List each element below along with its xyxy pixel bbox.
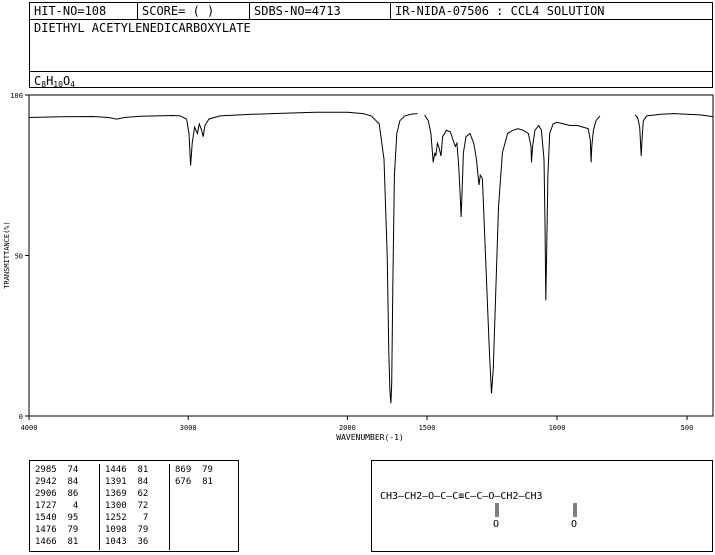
peak-entry: 1252 7 xyxy=(105,513,149,523)
peak-entry: 1540 95 xyxy=(35,513,79,523)
x-tick-label: 4000 xyxy=(21,424,38,432)
x-tick-label: 3000 xyxy=(180,424,197,432)
peak-entry: 1476 79 xyxy=(35,525,79,535)
y-axis-label: TRANSMITTANCE(%) xyxy=(3,221,11,288)
peak-entry: 1727 4 xyxy=(35,501,79,511)
x-tick-label: 1500 xyxy=(419,424,436,432)
molecular-formula: C8H10O4 xyxy=(34,74,75,89)
peak-column: 869 79 676 81 xyxy=(170,464,240,550)
y-axis: 100 50 0 xyxy=(10,92,29,421)
x-axis-label: WAVENUMBER(-1) xyxy=(336,433,403,442)
x-tick-label: 2000 xyxy=(339,424,356,432)
ir-spectrum-chart: 100500 4000 3000 2000 1500 1000 500 WAVENUMBE… xyxy=(3,92,714,442)
carbonyl-oxygen-left: O xyxy=(493,519,499,530)
header-panel: HIT-NO=108 SCORE= ( ) SDBS-NO=4713 IR-NI… xyxy=(29,2,713,89)
carbonyl-oxygen-right: O xyxy=(571,519,577,530)
x-tick-label: 1000 xyxy=(549,424,566,432)
peak-entry: 2942 84 xyxy=(35,477,79,487)
y-tick-label: 100 xyxy=(10,92,23,100)
x-axis: 4000 3000 2000 1500 1000 500 xyxy=(21,416,694,432)
hit-no: HIT-NO=108 xyxy=(30,3,138,19)
plot-frame xyxy=(28,94,714,417)
peak-entry: 1466 81 xyxy=(35,537,79,547)
peak-table: 2985 74 2942 84 2906 86 1727 4 1540 95 1476 7… xyxy=(29,460,239,552)
peak-entry: 1098 79 xyxy=(105,525,149,535)
x-tick-label: 500 xyxy=(681,424,694,432)
y-tick-label: 0 xyxy=(19,413,23,421)
peak-entry: 676 81 xyxy=(175,477,213,487)
formula-row: C8H10O4 xyxy=(30,71,712,89)
peak-entry: 1043 36 xyxy=(105,537,149,547)
spectrum-traces xyxy=(28,111,714,404)
structure-diagram: CH3—CH2—O—C—C≡C—C—O—CH2—CH3 O O xyxy=(380,491,577,530)
peak-entry: 2906 86 xyxy=(35,489,79,499)
y-tick-label: 50 xyxy=(15,253,23,261)
spectrum-line xyxy=(28,111,418,404)
peak-column: 1446 81 1391 84 1369 62 1300 72 1252 7 1098 7… xyxy=(100,464,170,550)
spectrum-line xyxy=(634,113,714,157)
peak-entry: 1391 84 xyxy=(105,477,149,487)
peak-entry: 1300 72 xyxy=(105,501,149,511)
structure-panel: CH3—CH2—O—C—C≡C—C—O—CH2—CH3 O O xyxy=(371,460,713,552)
peak-entry: 869 79 xyxy=(175,465,213,475)
header-row: HIT-NO=108 SCORE= ( ) SDBS-NO=4713 IR-NI… xyxy=(30,3,712,20)
peak-entry: 1369 62 xyxy=(105,489,149,499)
source-info: IR-NIDA-07506 : CCL4 SOLUTION xyxy=(395,4,605,18)
structure-formula: CH3—CH2—O—C—C≡C—C—O—CH2—CH3 xyxy=(380,491,543,502)
score: SCORE= ( ) xyxy=(138,3,250,19)
peak-entry: 1446 81 xyxy=(105,465,149,475)
sdbs-no: SDBS-NO=4713 xyxy=(250,3,391,19)
compound-name: DIETHYL ACETYLENEDICARBOXYLATE xyxy=(34,21,251,35)
spectrum-line xyxy=(424,114,601,394)
peak-entry: 2985 74 xyxy=(35,465,79,475)
peak-column: 2985 74 2942 84 2906 86 1727 4 1540 95 1476 7… xyxy=(30,464,100,550)
